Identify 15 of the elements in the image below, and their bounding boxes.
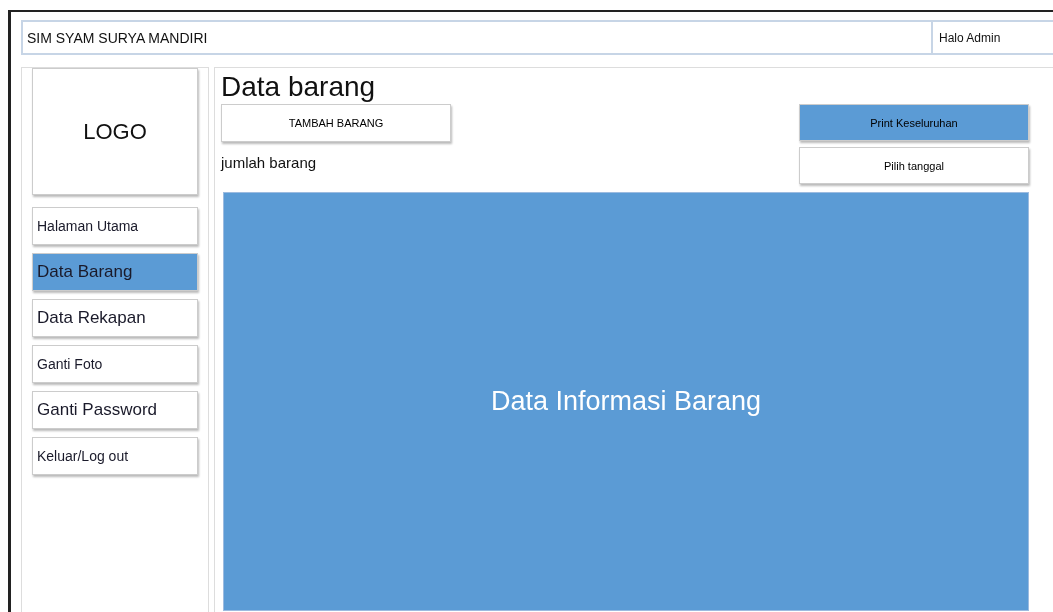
print-all-button[interactable]: Print Keseluruhan xyxy=(799,104,1029,141)
pick-date-button[interactable]: Pilih tanggal xyxy=(799,147,1029,184)
add-item-button[interactable]: TAMBAH BARANG xyxy=(221,104,451,142)
page-title: Data barang xyxy=(221,72,377,102)
app-title: SIM SYAM SURYA MANDIRI xyxy=(26,29,208,46)
logo-text: LOGO xyxy=(83,118,147,145)
sidebar-item[interactable]: Data Rekapan xyxy=(32,299,198,337)
greeting-text: Halo Admin xyxy=(931,22,1053,53)
sidebar-item[interactable]: Halaman Utama xyxy=(32,207,198,245)
panel-text: Data Informasi Barang xyxy=(490,386,762,417)
sidebar-item[interactable]: Data Barang xyxy=(32,253,198,291)
sidebar-item[interactable]: Keluar/Log out xyxy=(32,437,198,475)
sidebar-item[interactable]: Ganti Foto xyxy=(32,345,198,383)
item-count-label: jumlah barang xyxy=(221,154,318,171)
sidebar-item[interactable]: Ganti Password xyxy=(32,391,198,429)
